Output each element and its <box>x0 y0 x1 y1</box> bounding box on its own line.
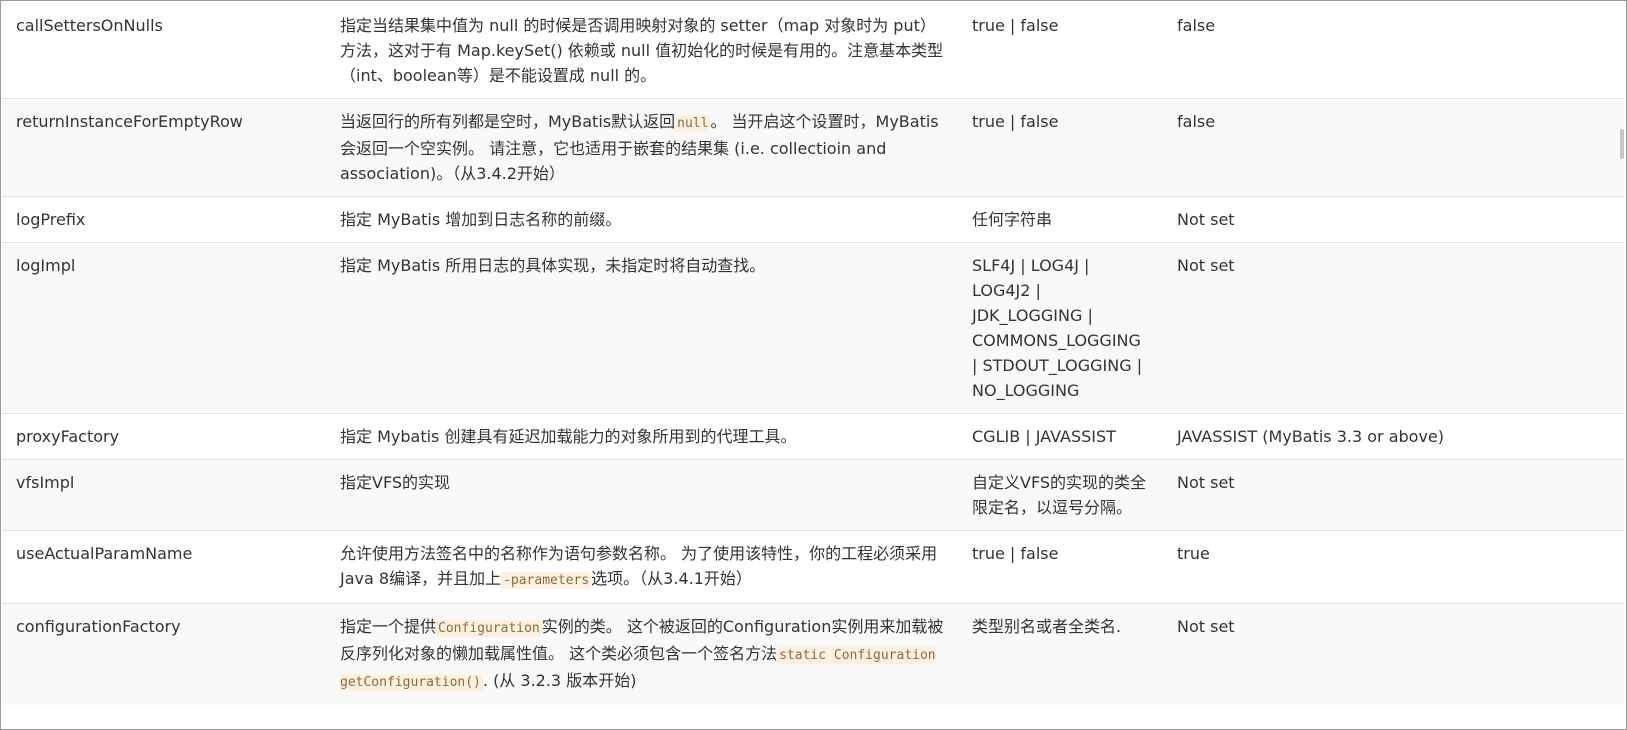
table-row: callSettersOnNulls 指定当结果集中值为 null 的时候是否调用… <box>2 1 1624 99</box>
settings-table: callSettersOnNulls 指定当结果集中值为 null 的时候是否调用… <box>2 1 1624 705</box>
table-row: useActualParamName 允许使用方法签名中的名称作为语句参数名称。 … <box>2 530 1624 604</box>
inline-code: Configuration <box>436 620 542 637</box>
description-text: . (从 3.2.3 版本开始) <box>482 671 637 690</box>
inline-code: null <box>675 115 711 132</box>
setting-name: logImpl <box>2 242 326 414</box>
description-text: 指定 MyBatis 所用日志的具体实现，未指定时将自动查找。 <box>340 256 766 275</box>
description-text: 当返回行的所有列都是空时，MyBatis默认返回 <box>340 112 676 131</box>
description-text: 选项。（从3.4.1开始） <box>591 569 752 588</box>
table-row: logImpl 指定 MyBatis 所用日志的具体实现，未指定时将自动查找。 SL… <box>2 242 1624 414</box>
description-text: 指定一个提供 <box>340 617 437 636</box>
setting-valid-values: SLF4J | LOG4J | LOG4J2 | JDK_LOGGING | C… <box>958 242 1163 414</box>
table-row: vfsImpl 指定VFS的实现 自定义VFS的实现的类全限定名，以逗号分隔。 Not… <box>2 459 1624 531</box>
setting-valid-values: true | false <box>958 530 1163 604</box>
description-text: 指定VFS的实现 <box>340 473 451 492</box>
setting-default: true <box>1163 530 1624 604</box>
setting-default: false <box>1163 98 1624 197</box>
table-row: logPrefix 指定 MyBatis 增加到日志名称的前缀。 任何字符串 Not … <box>2 196 1624 243</box>
table-row: returnInstanceForEmptyRow 当返回行的所有列都是空时，My… <box>2 98 1624 197</box>
setting-valid-values: true | false <box>958 98 1163 197</box>
setting-name: logPrefix <box>2 196 326 243</box>
inline-code: -parameters <box>501 572 592 589</box>
setting-default: Not set <box>1163 242 1624 414</box>
settings-table-frame: callSettersOnNulls 指定当结果集中值为 null 的时候是否调用… <box>0 0 1627 730</box>
description-text: 指定 Mybatis 创建具有延迟加载能力的对象所用到的代理工具。 <box>340 427 797 446</box>
description-text: 指定当结果集中值为 null 的时候是否调用映射对象的 setter（map 对… <box>340 16 944 85</box>
scrollbar-thumb[interactable] <box>1620 129 1624 159</box>
setting-default: Not set <box>1163 603 1624 705</box>
setting-name: callSettersOnNulls <box>2 1 326 99</box>
setting-valid-values: true | false <box>958 1 1163 99</box>
setting-default: Not set <box>1163 196 1624 243</box>
setting-description: 指定 MyBatis 所用日志的具体实现，未指定时将自动查找。 <box>326 242 958 414</box>
setting-valid-values: 任何字符串 <box>958 196 1163 243</box>
setting-valid-values: CGLIB | JAVASSIST <box>958 413 1163 460</box>
table-row: configurationFactory 指定一个提供 Configuration 实… <box>2 603 1624 705</box>
setting-name: useActualParamName <box>2 530 326 604</box>
description-text: 指定 MyBatis 增加到日志名称的前缀。 <box>340 210 622 229</box>
setting-name: vfsImpl <box>2 459 326 531</box>
setting-default: Not set <box>1163 459 1624 531</box>
setting-description: 指定当结果集中值为 null 的时候是否调用映射对象的 setter（map 对… <box>326 1 958 99</box>
setting-description: 当返回行的所有列都是空时，MyBatis默认返回 null。 当开启这个设置时，M… <box>326 98 958 197</box>
setting-description: 指定 MyBatis 增加到日志名称的前缀。 <box>326 196 958 243</box>
setting-name: proxyFactory <box>2 413 326 460</box>
setting-name: configurationFactory <box>2 603 326 705</box>
setting-description: 指定VFS的实现 <box>326 459 958 531</box>
setting-description: 指定一个提供 Configuration 实例的类。 这个被返回的Configura… <box>326 603 958 705</box>
setting-default: false <box>1163 1 1624 99</box>
setting-description: 允许使用方法签名中的名称作为语句参数名称。 为了使用该特性，你的工程必须采用Ja… <box>326 530 958 604</box>
setting-name: returnInstanceForEmptyRow <box>2 98 326 197</box>
setting-valid-values: 自定义VFS的实现的类全限定名，以逗号分隔。 <box>958 459 1163 531</box>
setting-description: 指定 Mybatis 创建具有延迟加载能力的对象所用到的代理工具。 <box>326 413 958 460</box>
setting-valid-values: 类型别名或者全类名. <box>958 603 1163 705</box>
setting-default: JAVASSIST (MyBatis 3.3 or above) <box>1163 413 1624 460</box>
table-row: proxyFactory 指定 Mybatis 创建具有延迟加载能力的对象所用到的… <box>2 413 1624 460</box>
